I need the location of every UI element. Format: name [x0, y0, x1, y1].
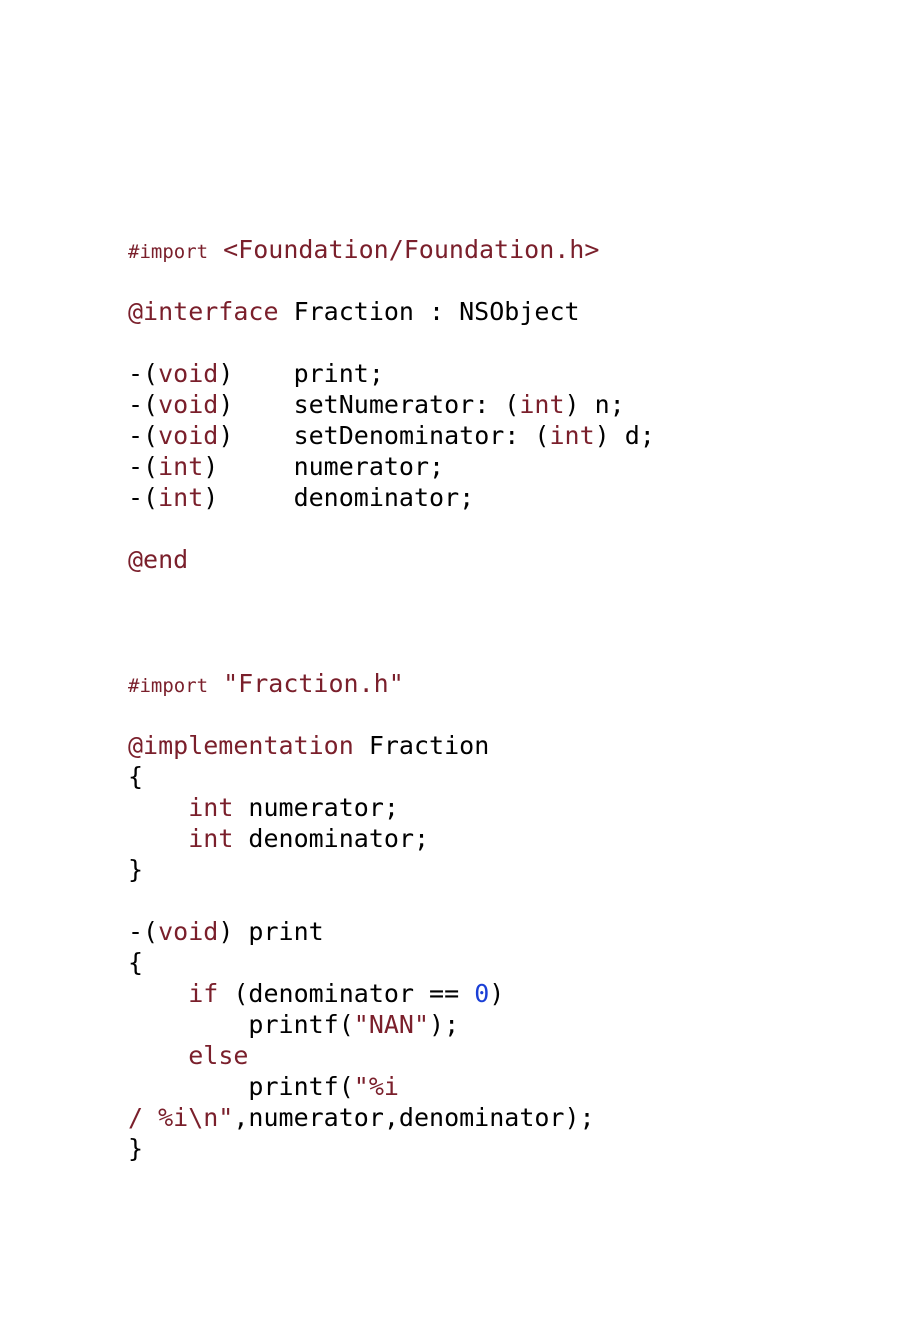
code-line: {: [128, 948, 143, 977]
decl-text: ) denominator;: [203, 483, 474, 512]
keyword: @interface: [128, 297, 279, 326]
type: int: [188, 793, 233, 822]
decl-text: ) numerator;: [203, 452, 444, 481]
code-line: int numerator;: [128, 793, 399, 822]
string-literal: "%i: [354, 1072, 414, 1101]
string-literal: "NAN": [354, 1010, 429, 1039]
punct: -(: [128, 452, 158, 481]
code-line: #import "Fraction.h": [128, 669, 404, 698]
decl-text: Fraction: [354, 731, 489, 760]
code-line: @implementation Fraction: [128, 731, 489, 760]
call: printf(: [128, 1072, 354, 1101]
keyword: if: [188, 979, 218, 1008]
code-line: else: [128, 1041, 248, 1070]
type: int: [519, 390, 564, 419]
indent: [128, 793, 188, 822]
code-line: / %i\n",numerator,denominator);: [128, 1103, 595, 1132]
type: int: [549, 421, 594, 450]
code-line: printf("%i: [128, 1072, 414, 1101]
punct: -(: [128, 390, 158, 419]
code-line: -(void) print: [128, 917, 324, 946]
directive: #import: [128, 675, 208, 697]
code-line: @end: [128, 545, 188, 574]
decl-text: ) setDenominator: (: [218, 421, 549, 450]
type: void: [158, 421, 218, 450]
punct: -(: [128, 359, 158, 388]
decl-text: ) n;: [565, 390, 625, 419]
header-quote: "Fraction.h": [208, 669, 404, 698]
type: int: [158, 452, 203, 481]
type: void: [158, 359, 218, 388]
indent: [128, 979, 188, 1008]
keyword: else: [188, 1041, 248, 1070]
ident: numerator;: [233, 793, 399, 822]
punct: -(: [128, 917, 158, 946]
code-line: -(void) setDenominator: (int) d;: [128, 421, 655, 450]
code-line: }: [128, 855, 143, 884]
code-line: {: [128, 762, 143, 791]
keyword: @implementation: [128, 731, 354, 760]
brace: }: [128, 855, 143, 884]
code-line: -(void) print;: [128, 359, 384, 388]
ident: denominator;: [233, 824, 429, 853]
brace: }: [128, 1134, 143, 1163]
brace: {: [128, 762, 143, 791]
args: ,numerator,denominator);: [233, 1103, 594, 1132]
call: printf(: [128, 1010, 354, 1039]
code-line: -(void) setNumerator: (int) n;: [128, 390, 625, 419]
code-line: #import <Foundation/Foundation.h>: [128, 235, 599, 264]
code-line: -(int) numerator;: [128, 452, 444, 481]
type: void: [158, 390, 218, 419]
code-line: }: [128, 1134, 143, 1163]
decl-text: ) d;: [595, 421, 655, 450]
punct: -(: [128, 483, 158, 512]
brace: {: [128, 948, 143, 977]
decl-text: ) print: [218, 917, 323, 946]
punct: );: [429, 1010, 459, 1039]
type: int: [188, 824, 233, 853]
code-line: printf("NAN");: [128, 1010, 459, 1039]
punct: ): [489, 979, 504, 1008]
code-line: -(int) denominator;: [128, 483, 474, 512]
decl-text: ) print;: [218, 359, 384, 388]
punct: -(: [128, 421, 158, 450]
keyword: @end: [128, 545, 188, 574]
indent: [128, 1041, 188, 1070]
header-angle: <Foundation/Foundation.h>: [208, 235, 599, 264]
code-block: #import <Foundation/Foundation.h> @inter…: [128, 234, 800, 1164]
decl-text: ) setNumerator: (: [218, 390, 519, 419]
number-literal: 0: [474, 979, 489, 1008]
code-line: @interface Fraction : NSObject: [128, 297, 580, 326]
type: void: [158, 917, 218, 946]
type: int: [158, 483, 203, 512]
decl-text: Fraction : NSObject: [279, 297, 580, 326]
indent: [128, 824, 188, 853]
code-line: if (denominator == 0): [128, 979, 504, 1008]
expr: (denominator ==: [218, 979, 474, 1008]
directive: #import: [128, 241, 208, 263]
string-literal: / %i\n": [128, 1103, 233, 1132]
code-line: int denominator;: [128, 824, 429, 853]
